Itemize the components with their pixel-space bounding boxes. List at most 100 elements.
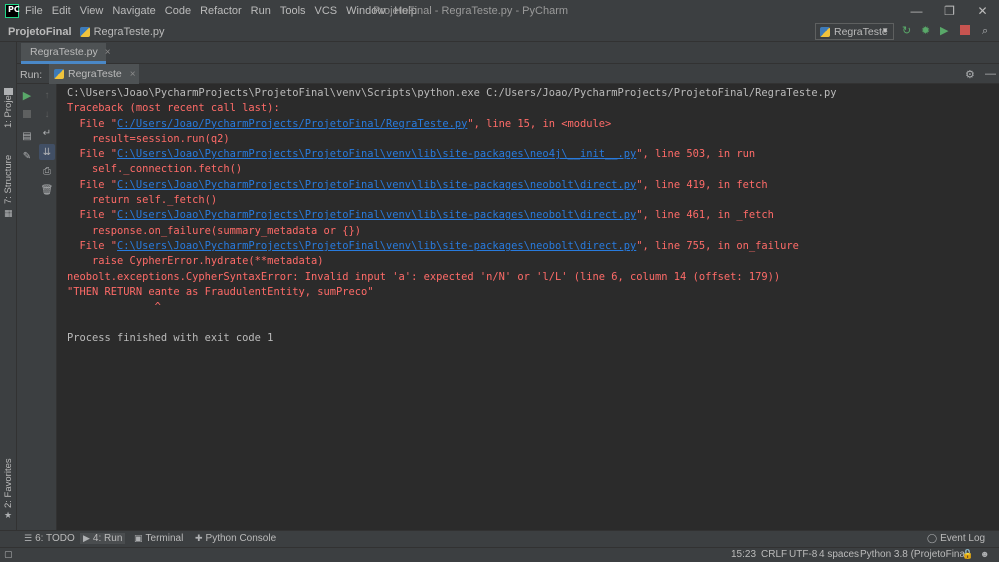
file-link[interactable]: C:\Users\Joao\PycharmProjects\ProjetoFin… bbox=[117, 240, 636, 252]
python-file-icon bbox=[54, 69, 64, 79]
python-file-icon bbox=[79, 26, 90, 37]
search-icon[interactable]: ⌕ bbox=[982, 26, 988, 37]
console-line: "THEN RETURN eante as FraudulentEntity, … bbox=[67, 285, 374, 298]
bottom-tool-bar: ☰ 6: TODO ▶ 4: Run ▣ Terminal ✚ Python C… bbox=[0, 530, 999, 547]
stop-icon[interactable] bbox=[960, 25, 970, 35]
breadcrumb-project[interactable]: ProjetoFinal bbox=[8, 26, 72, 38]
list-icon: ☰ bbox=[24, 533, 33, 543]
console-line: result=session.run(q2) bbox=[67, 132, 230, 145]
run-label: 4: Run bbox=[92, 533, 123, 544]
terminal-tool-button[interactable]: ▣ Terminal bbox=[134, 533, 183, 544]
menu-run[interactable]: Run bbox=[251, 5, 271, 17]
file-link[interactable]: C:\Users\Joao\PycharmProjects\ProjetoFin… bbox=[117, 209, 636, 221]
menu-navigate[interactable]: Navigate bbox=[112, 5, 155, 17]
arrow-up-icon[interactable]: ↑ bbox=[39, 87, 55, 103]
tab-regrateste-py[interactable]: RegraTeste.py × bbox=[21, 43, 111, 64]
console-line: Traceback (most recent call last): bbox=[67, 102, 280, 115]
run-configuration-select[interactable]: RegraTeste ▼ bbox=[815, 23, 894, 40]
console-line: File "C:\Users\Joao\PycharmProjects\Proj… bbox=[67, 239, 799, 252]
rerun-icon[interactable]: ▶ bbox=[19, 87, 35, 103]
close-window-button[interactable]: ✕ bbox=[966, 0, 999, 22]
console-line: raise CypherError.hydrate(**metadata) bbox=[67, 255, 324, 268]
python-interpreter[interactable]: Python 3.8 (ProjetoFinal) bbox=[860, 549, 971, 560]
file-link[interactable]: C:\Users\Joao\PycharmProjects\ProjetoFin… bbox=[117, 148, 636, 160]
console-line: Process finished with exit code 1 bbox=[67, 331, 274, 344]
console-line: return self._fetch() bbox=[67, 194, 218, 207]
file-link[interactable]: C:/Users/Joao/PycharmProjects/ProjetoFin… bbox=[117, 118, 467, 130]
python-icon: ✚ bbox=[195, 533, 203, 543]
caret-position[interactable]: 15:23 bbox=[731, 549, 756, 560]
console-output[interactable]: C:\Users\Joao\PycharmProjects\ProjetoFin… bbox=[58, 84, 999, 530]
gear-icon[interactable]: ⚙ bbox=[965, 68, 975, 81]
maximize-button[interactable]: ❐ bbox=[933, 0, 966, 22]
rerun-icon[interactable]: ↻ bbox=[902, 26, 911, 37]
notifications-icon[interactable]: ☻ bbox=[980, 549, 989, 559]
python-console-label: Python Console bbox=[205, 533, 277, 544]
folder-icon bbox=[4, 88, 13, 95]
close-icon[interactable]: × bbox=[105, 47, 111, 58]
console-line: File "C:\Users\Joao\PycharmProjects\Proj… bbox=[67, 209, 774, 222]
line-separator[interactable]: CRLF bbox=[761, 549, 787, 560]
coverage-icon[interactable]: ▶ bbox=[940, 26, 948, 37]
python-file-icon bbox=[820, 26, 830, 37]
chevron-down-icon: ▼ bbox=[881, 26, 889, 35]
run-tab-label: RegraTeste bbox=[68, 68, 122, 80]
status-bar: ▢ 15:23 CRLF UTF-8 4 spaces Python 3.8 (… bbox=[0, 547, 999, 562]
file-link[interactable]: C:\Users\Joao\PycharmProjects\ProjetoFin… bbox=[117, 179, 636, 191]
pin-icon[interactable]: ✎ bbox=[19, 148, 35, 164]
play-icon: ▶ bbox=[83, 533, 90, 543]
debug-icon[interactable]: ✹ bbox=[921, 26, 930, 37]
terminal-label: Terminal bbox=[145, 533, 184, 544]
menu-code[interactable]: Code bbox=[165, 5, 191, 17]
soft-wrap-icon[interactable]: ↵ bbox=[39, 125, 55, 141]
hide-icon[interactable]: — bbox=[985, 68, 996, 80]
console-line: File "C:\Users\Joao\PycharmProjects\Proj… bbox=[67, 148, 756, 161]
breadcrumb-file[interactable]: RegraTeste.py bbox=[79, 25, 165, 38]
menu-edit[interactable]: Edit bbox=[52, 5, 71, 17]
navigation-bar: ProjetoFinal RegraTeste.py RegraTeste ▼ … bbox=[0, 22, 999, 42]
menu-bar: PC File Edit View Navigate Code Refactor… bbox=[0, 0, 999, 22]
print-icon[interactable]: ⎙ bbox=[39, 163, 55, 179]
structure-icon: ▦ bbox=[4, 208, 13, 218]
terminal-icon: ▣ bbox=[134, 533, 143, 543]
stop-icon[interactable] bbox=[19, 106, 35, 122]
event-log-icon: ◯ bbox=[927, 533, 938, 543]
left-tool-stripe: 1: Project 7: Structure ▦ 2: Favorites ★ bbox=[0, 42, 17, 530]
window-title: ProjetoFinal - RegraTeste.py - PyCharm bbox=[373, 5, 569, 17]
layout-toggle-icon[interactable]: ▢ bbox=[4, 549, 13, 560]
menu-view[interactable]: View bbox=[80, 5, 104, 17]
console-line: C:\Users\Joao\PycharmProjects\ProjetoFin… bbox=[67, 87, 837, 99]
close-icon[interactable]: × bbox=[130, 69, 136, 80]
run-configuration-label: RegraTeste bbox=[834, 25, 888, 38]
run-toolbar: ▶ ▤ ✎ ↑ ↓ ↵ ⇊ ⎙ 🗑 bbox=[17, 84, 57, 530]
trash-icon[interactable]: 🗑 bbox=[39, 182, 55, 198]
lock-icon[interactable]: 🔓 bbox=[962, 549, 973, 560]
todo-label: 6: TODO bbox=[35, 533, 75, 544]
structure-tool-button[interactable]: 7: Structure bbox=[3, 155, 14, 204]
menu-refactor[interactable]: Refactor bbox=[200, 5, 242, 17]
run-window-label: Run: bbox=[20, 69, 43, 81]
arrow-down-icon[interactable]: ↓ bbox=[39, 106, 55, 122]
pycharm-logo-icon: PC bbox=[5, 4, 20, 18]
run-tool-button[interactable]: ▶ 4: Run bbox=[80, 533, 126, 544]
favorites-tool-button[interactable]: 2: Favorites bbox=[3, 458, 14, 508]
menu-tools[interactable]: Tools bbox=[280, 5, 306, 17]
event-log-tool-button[interactable]: ◯ Event Log bbox=[927, 533, 985, 544]
event-log-label: Event Log bbox=[940, 533, 986, 544]
menu-file[interactable]: File bbox=[25, 5, 43, 17]
scroll-to-end-icon[interactable]: ⇊ bbox=[39, 144, 55, 160]
console-line: ^ bbox=[67, 301, 161, 314]
menu-vcs[interactable]: VCS bbox=[315, 5, 338, 17]
indent-setting[interactable]: 4 spaces bbox=[819, 549, 859, 560]
python-console-tool-button[interactable]: ✚ Python Console bbox=[195, 533, 276, 544]
console-line: neobolt.exceptions.CypherSyntaxError: In… bbox=[67, 270, 781, 283]
layout-icon[interactable]: ▤ bbox=[19, 128, 35, 144]
breadcrumb-file-label: RegraTeste.py bbox=[93, 25, 165, 38]
editor-tab-strip: RegraTeste.py × bbox=[17, 42, 999, 64]
console-line: File "C:\Users\Joao\PycharmProjects\Proj… bbox=[67, 178, 768, 191]
run-tab-regrateste[interactable]: RegraTeste × bbox=[49, 64, 139, 84]
file-encoding[interactable]: UTF-8 bbox=[789, 549, 817, 560]
todo-tool-button[interactable]: ☰ 6: TODO bbox=[24, 533, 75, 544]
minimize-button[interactable]: — bbox=[900, 0, 933, 22]
